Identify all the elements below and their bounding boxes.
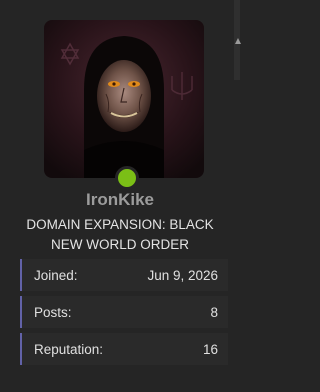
user-title: DOMAIN EXPANSION: BLACK NEW WORLD ORDER — [10, 215, 230, 255]
stat-value[interactable]: 8 — [210, 305, 218, 320]
user-title-line: DOMAIN EXPANSION: BLACK — [26, 217, 214, 232]
avatar[interactable] — [44, 20, 204, 178]
user-title-line: NEW WORLD ORDER — [51, 237, 189, 252]
stat-label: Reputation: — [34, 341, 104, 357]
stat-label: Joined: — [34, 267, 78, 283]
stat-joined: Joined: Jun 9, 2026 — [20, 259, 228, 291]
user-profile-card: IronKike DOMAIN EXPANSION: BLACK NEW WOR… — [0, 0, 241, 392]
stat-value: Jun 9, 2026 — [147, 267, 218, 283]
username[interactable]: IronKike — [0, 190, 240, 210]
avatar-image — [44, 20, 204, 178]
user-stats: Joined: Jun 9, 2026 Posts: 8 Reputation:… — [20, 259, 228, 370]
stat-reputation: Reputation: 16 — [20, 333, 228, 365]
scrollbar-up-arrow[interactable] — [234, 0, 241, 80]
stat-posts: Posts: 8 — [20, 296, 228, 328]
stat-label: Posts: — [34, 304, 72, 320]
stat-value[interactable]: 16 — [203, 342, 218, 357]
online-status-indicator — [115, 166, 139, 190]
